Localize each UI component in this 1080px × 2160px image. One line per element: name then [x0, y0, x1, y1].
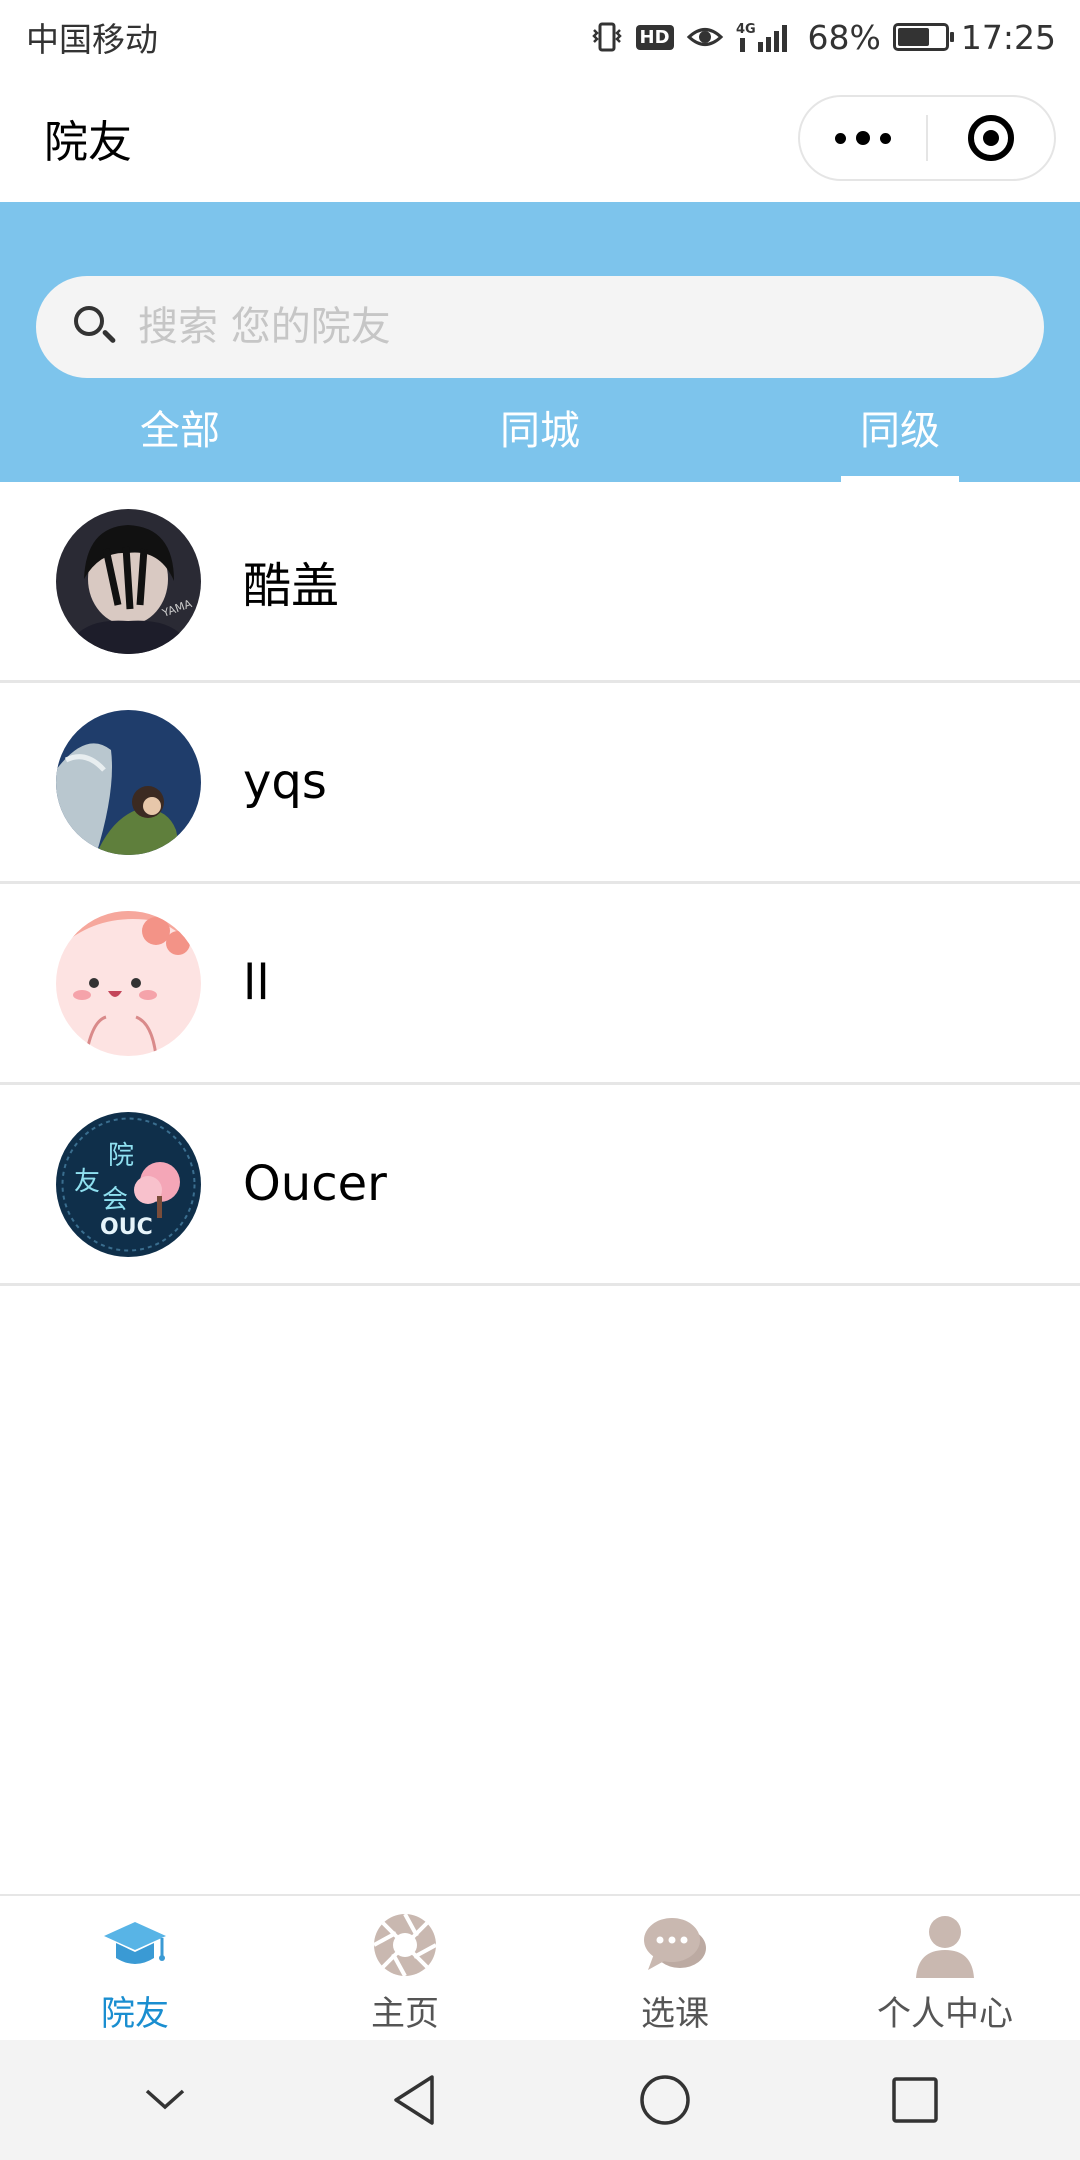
recents-button[interactable] [870, 2055, 960, 2145]
logo-char-2: 友 [74, 1167, 100, 1197]
header-panel: 全部 同城 同级 [0, 202, 1080, 482]
vibrate-icon [590, 20, 624, 54]
search-icon [72, 304, 118, 350]
tab-label: 主页 [371, 1994, 439, 2034]
graduation-cap-icon [104, 1922, 166, 1964]
tab-same-city[interactable]: 同城 [360, 398, 720, 482]
home-button[interactable] [620, 2055, 710, 2145]
bottom-tab-home[interactable]: 主页 [270, 1896, 540, 2040]
contact-name: 酷盖 [243, 558, 340, 614]
search-bar[interactable] [36, 276, 1044, 378]
tab-all[interactable]: 全部 [0, 398, 360, 482]
tab-label: 全部 [140, 408, 220, 454]
tab-same-grade[interactable]: 同级 [720, 398, 1080, 482]
signal-icon: 4G [736, 20, 796, 54]
list-item[interactable]: yqs [0, 683, 1080, 884]
list-item[interactable]: YAMA 酷盖 [0, 482, 1080, 683]
bottom-tab-alumni[interactable]: 院友 [0, 1896, 270, 2040]
logo-ouc: OUC [100, 1215, 153, 1240]
hide-nav-button[interactable] [120, 2055, 210, 2145]
status-bar: 中国移动 HD 4G 68% 17:25 [0, 0, 1080, 74]
avatar: 院 友 会 OUC [56, 1111, 201, 1257]
logo-char-1: 院 [108, 1141, 134, 1171]
tab-label: 院友 [101, 1994, 169, 2034]
system-nav-bar [0, 2040, 1080, 2160]
back-triangle-icon [394, 2075, 434, 2125]
tab-label: 选课 [641, 1994, 709, 2034]
filter-tabs: 全部 同城 同级 [0, 398, 1080, 482]
target-icon [968, 115, 1014, 161]
search-input[interactable] [138, 304, 1018, 350]
battery-percent: 68% [807, 17, 881, 57]
avatar [56, 709, 201, 855]
back-button[interactable] [370, 2055, 460, 2145]
tab-label: 同级 [860, 408, 940, 454]
bottom-tab-bar: 院友 主页 选课 个人中心 [0, 1894, 1080, 2040]
avatar [56, 910, 201, 1056]
more-button[interactable] [800, 97, 926, 179]
avatar: YAMA [56, 508, 201, 654]
miniprogram-capsule [798, 95, 1056, 181]
contact-list: YAMA 酷盖 yqs ll 院 友 会 OUC Oucer [0, 482, 1080, 1286]
hd-badge: HD [635, 24, 674, 50]
list-item[interactable]: 院 友 会 OUC Oucer [0, 1085, 1080, 1286]
network-type-label: 4G [736, 22, 756, 37]
aperture-icon [373, 1913, 437, 1977]
bottom-tab-courses[interactable]: 选课 [540, 1896, 810, 2040]
battery-fill [897, 28, 930, 46]
close-miniprogram-button[interactable] [928, 97, 1054, 179]
chat-bubbles-icon [644, 1918, 706, 1970]
contact-name: ll [243, 955, 270, 1011]
title-bar: 院友 [0, 74, 1080, 202]
contact-name: Oucer [243, 1156, 387, 1212]
more-dots-icon [835, 131, 891, 145]
contact-name: yqs [243, 754, 327, 810]
battery-icon [892, 23, 954, 51]
tab-label: 个人中心 [877, 1994, 1013, 2034]
list-item[interactable]: ll [0, 884, 1080, 1085]
logo-char-3: 会 [102, 1185, 128, 1215]
bottom-tab-profile[interactable]: 个人中心 [810, 1896, 1080, 2040]
chevron-down-icon [145, 2089, 185, 2110]
page-title: 院友 [44, 117, 132, 168]
home-circle-icon [640, 2075, 690, 2125]
clock: 17:25 [960, 17, 1056, 57]
tab-label: 同城 [500, 408, 580, 454]
carrier-label: 中国移动 [26, 20, 158, 59]
eye-icon [686, 22, 724, 52]
recents-square-icon [892, 2077, 938, 2123]
status-icons: HD 4G 68% 17:25 [590, 18, 1056, 57]
person-icon [916, 1916, 974, 1978]
